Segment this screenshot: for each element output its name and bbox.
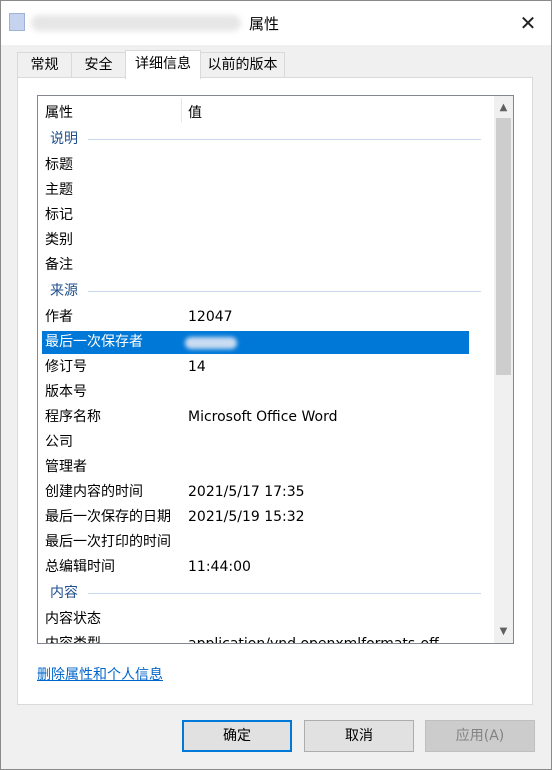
group-header: 来源: [38, 278, 494, 305]
property-row[interactable]: 最后一次保存者: [38, 330, 494, 355]
close-icon: ✕: [519, 11, 537, 35]
property-row[interactable]: 内容类型 application/vnd.openxmlformats-off: [38, 632, 494, 644]
property-row[interactable]: 总编辑时间 11:44:00: [38, 555, 494, 580]
property-row[interactable]: 修订号 14: [38, 355, 494, 380]
property-row[interactable]: 标记: [38, 203, 494, 228]
property-name: 修订号: [45, 359, 87, 375]
details-panel: 属性 值 说明标题主题标记类别备注来源作者 12047 最后一次保存者 修订号 14 版本…: [17, 77, 533, 705]
group-name: 内容: [50, 585, 78, 601]
redacted-value: [185, 337, 237, 349]
scroll-thumb[interactable]: [496, 118, 511, 375]
property-row[interactable]: 程序名称 Microsoft Office Word: [38, 405, 494, 430]
property-name: 最后一次保存的日期: [45, 509, 171, 525]
properties-list[interactable]: 属性 值 说明标题主题标记类别备注来源作者 12047 最后一次保存者 修订号 14 版本…: [37, 95, 514, 644]
group-header: 说明: [38, 126, 494, 153]
scroll-down-button[interactable]: ▼: [494, 622, 513, 641]
property-value: 12047: [188, 309, 233, 325]
property-value: Microsoft Office Word: [188, 409, 338, 425]
property-row[interactable]: 最后一次打印的时间: [38, 530, 494, 555]
window-title: 属性: [249, 15, 280, 33]
property-row[interactable]: 标题: [38, 153, 494, 178]
property-name: 最后一次打印的时间: [45, 534, 171, 550]
tab-details[interactable]: 详细信息: [125, 50, 201, 79]
list-header: 属性 值: [38, 96, 494, 126]
apply-button[interactable]: 应用(A): [425, 720, 535, 752]
property-name: 公司: [45, 434, 73, 450]
property-rows: 说明标题主题标记类别备注来源作者 12047 最后一次保存者 修订号 14 版本号程序名称…: [38, 126, 494, 644]
ok-button[interactable]: 确定: [182, 720, 292, 752]
property-name: 程序名称: [45, 409, 101, 425]
property-name: 备注: [45, 257, 73, 273]
property-name: 创建内容的时间: [45, 484, 143, 500]
group-divider: [88, 593, 481, 594]
group-name: 来源: [50, 283, 78, 299]
property-value: 2021/5/17 17:35: [188, 484, 305, 500]
title-bar[interactable]: 属性 ✕: [1, 1, 551, 45]
property-row[interactable]: 管理者: [38, 455, 494, 480]
property-name: 标记: [45, 207, 73, 223]
property-name: 内容状态: [45, 611, 101, 627]
property-row[interactable]: 公司: [38, 430, 494, 455]
group-divider: [88, 139, 481, 140]
redacted-filename: [31, 15, 241, 31]
property-name: 类别: [45, 232, 73, 248]
vertical-scrollbar[interactable]: ▲ ▼: [494, 96, 513, 643]
property-row[interactable]: 作者 12047: [38, 305, 494, 330]
group-header: 内容: [38, 580, 494, 607]
property-name: 管理者: [45, 459, 87, 475]
property-row[interactable]: 类别: [38, 228, 494, 253]
remove-properties-link[interactable]: 删除属性和个人信息: [37, 664, 163, 684]
group-divider: [88, 291, 481, 292]
property-name: 内容类型: [45, 636, 101, 644]
close-button[interactable]: ✕: [505, 1, 551, 45]
property-row[interactable]: 主题: [38, 178, 494, 203]
property-value: 14: [188, 359, 206, 375]
property-row[interactable]: 备注: [38, 253, 494, 278]
column-header-value[interactable]: 值: [188, 102, 202, 122]
property-name: 标题: [45, 157, 73, 173]
property-row[interactable]: 最后一次保存的日期 2021/5/19 15:32: [38, 505, 494, 530]
property-row[interactable]: 内容状态: [38, 607, 494, 632]
property-name: 版本号: [45, 384, 87, 400]
property-row[interactable]: 创建内容的时间 2021/5/17 17:35: [38, 480, 494, 505]
column-header-property[interactable]: 属性: [45, 102, 73, 122]
tab-previous-versions[interactable]: 以前的版本: [200, 52, 285, 77]
property-name: 作者: [45, 309, 73, 325]
property-name: 最后一次保存者: [45, 334, 143, 350]
property-value: 11:44:00: [188, 559, 251, 575]
document-icon: [9, 13, 25, 31]
tab-security[interactable]: 安全: [71, 52, 126, 77]
column-divider[interactable]: [181, 98, 182, 122]
properties-dialog: 属性 ✕ 常规 安全 详细信息 以前的版本 属性 值 说明标题主题标记类别备注来…: [0, 0, 552, 770]
property-name: 总编辑时间: [45, 559, 115, 575]
scroll-up-button[interactable]: ▲: [494, 98, 513, 117]
group-name: 说明: [50, 131, 78, 147]
tab-general[interactable]: 常规: [17, 52, 72, 77]
chevron-down-icon: ▼: [499, 626, 508, 637]
chevron-up-icon: ▲: [499, 102, 508, 113]
cancel-button[interactable]: 取消: [304, 720, 414, 752]
property-row[interactable]: 版本号: [38, 380, 494, 405]
property-value: 2021/5/19 15:32: [188, 509, 305, 525]
property-name: 主题: [45, 182, 73, 198]
property-value: application/vnd.openxmlformats-off: [188, 636, 439, 644]
